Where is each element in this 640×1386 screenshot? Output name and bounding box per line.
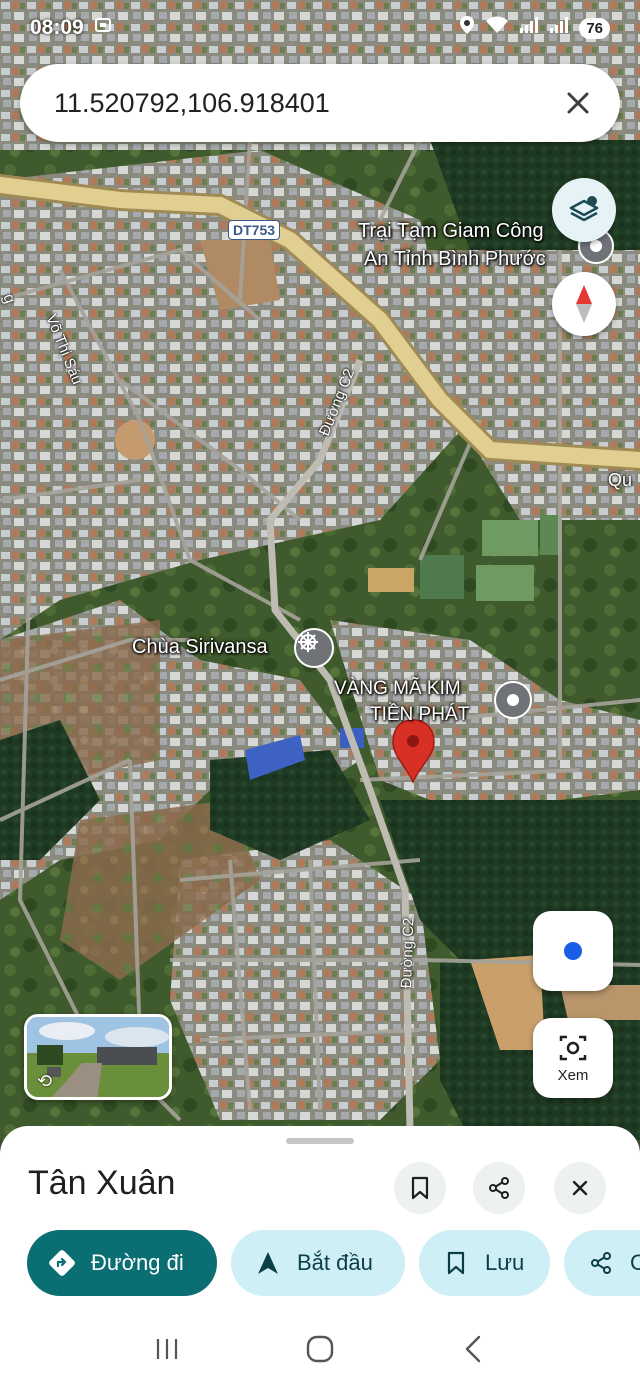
place-gold-shop[interactable]: VÀNG MÃ KIM TIỀN PHÁT	[332, 676, 538, 730]
dharma-wheel-icon	[294, 628, 334, 668]
system-navigation-bar	[0, 1312, 640, 1386]
clear-search-button[interactable]	[558, 83, 598, 123]
signal-icon	[549, 16, 569, 40]
drag-handle[interactable]	[286, 1138, 354, 1144]
road-shield-label: DT753	[233, 222, 276, 238]
close-icon	[572, 1180, 588, 1196]
compass-icon	[576, 285, 592, 323]
signal-icon	[519, 16, 539, 40]
action-chips: Đường đi Bắt đầu Lưu C	[27, 1230, 640, 1296]
directions-icon	[47, 1248, 77, 1278]
compass-button[interactable]	[552, 272, 616, 336]
road-shield-dt753: DT753	[228, 220, 281, 240]
save-icon-button[interactable]	[394, 1162, 446, 1214]
share-icon-button[interactable]	[473, 1162, 525, 1214]
share-button[interactable]: C	[564, 1230, 640, 1296]
recent-apps-icon	[156, 1339, 177, 1359]
place-pagoda[interactable]: Chùa Sirivansa	[130, 626, 336, 670]
battery-indicator: 76	[579, 17, 610, 39]
status-bar: 08:09 76	[0, 0, 640, 56]
camera-lens-icon	[559, 1035, 587, 1060]
back-button[interactable]	[443, 1319, 503, 1379]
close-sheet-button[interactable]	[554, 1162, 606, 1214]
share-icon	[586, 1248, 616, 1278]
lens-label: Xem	[557, 1066, 589, 1084]
back-icon	[466, 1335, 481, 1363]
bookmark-icon	[441, 1248, 471, 1278]
home-button[interactable]	[290, 1319, 350, 1379]
directions-button[interactable]: Đường đi	[27, 1230, 217, 1296]
place-label-line1: Trại Tạm Giam Công	[358, 220, 544, 242]
place-marker-icon	[494, 681, 532, 719]
share-label: C	[630, 1250, 640, 1275]
share-icon	[489, 1177, 509, 1199]
road-label-edge-qu: Qu	[608, 470, 633, 490]
search-bar[interactable]	[20, 64, 620, 142]
screenshot-icon	[94, 16, 112, 40]
layers-button[interactable]	[552, 178, 616, 242]
my-location-icon	[564, 942, 582, 960]
layers-icon	[569, 196, 599, 222]
place-title: Tân Xuân	[28, 1164, 176, 1202]
my-location-button[interactable]	[533, 911, 613, 991]
save-button[interactable]: Lưu	[419, 1230, 550, 1296]
rotate-360-icon: ⟲	[37, 1071, 53, 1091]
place-label-line2: TIỀN PHÁT	[370, 704, 470, 725]
navigation-arrow-icon	[253, 1248, 283, 1278]
street-view-thumbnail[interactable]: ⟲	[24, 1014, 172, 1100]
location-status-icon	[459, 15, 475, 41]
home-icon	[306, 1335, 334, 1363]
bookmark-icon	[411, 1176, 429, 1200]
directions-label: Đường đi	[91, 1250, 184, 1275]
place-label: Chùa Sirivansa	[132, 636, 268, 658]
wifi-icon	[485, 15, 509, 41]
status-time: 08:09	[30, 16, 84, 39]
close-icon	[567, 92, 589, 114]
place-label-line1: VÀNG MÃ KIM	[334, 678, 461, 699]
lens-button[interactable]: Xem	[533, 1018, 613, 1098]
start-navigation-button[interactable]: Bắt đầu	[231, 1230, 405, 1296]
road-label-duong-c2-south: Đường C2	[398, 917, 418, 989]
recent-apps-button[interactable]	[137, 1319, 197, 1379]
start-label: Bắt đầu	[297, 1250, 373, 1275]
save-label: Lưu	[485, 1250, 525, 1275]
search-input[interactable]	[54, 87, 558, 119]
place-label-line2: An Tỉnh Bình Phước	[364, 248, 546, 270]
